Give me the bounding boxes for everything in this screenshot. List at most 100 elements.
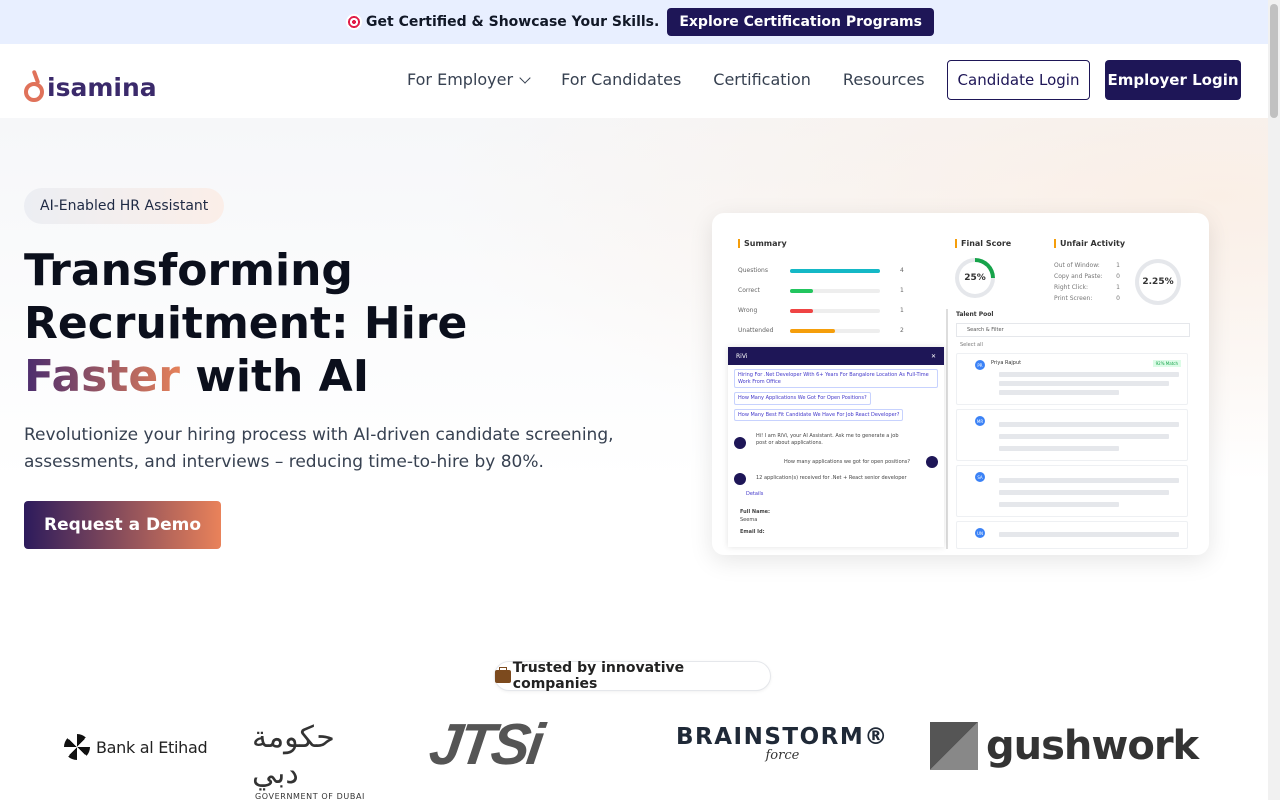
summary-row-value: 4	[900, 267, 904, 274]
chat-suggestion[interactable]: How Many Best Fit Candidate We Have For …	[734, 408, 904, 421]
hero-title-part2: with AI	[179, 351, 370, 402]
unfair-row-value: 1	[1116, 262, 1120, 269]
unfair-row: Print Screen: 0	[1054, 295, 1120, 302]
summary-row-label: Wrong	[738, 307, 758, 314]
brainstorm-sub-text: force	[765, 748, 800, 763]
email-label: Email Id:	[740, 529, 765, 535]
nav-for-employer[interactable]: For Employer	[407, 70, 531, 89]
jtsi-logo: JTSi	[425, 712, 546, 777]
match-badge: 92% Match	[1152, 360, 1181, 367]
talent-item[interactable]: PR Priya Rajput 92% Match	[956, 353, 1188, 405]
chat-bot-message: Hi! I am RiVi, your AI Assistant. Ask me…	[756, 433, 899, 446]
unfair-score-value: 2.25%	[1142, 277, 1174, 287]
summary-row: Unattended 2	[738, 327, 904, 334]
unfair-row: Copy and Paste: 0	[1054, 273, 1120, 280]
client-logos: Bank al Etihad حكومة دبي GOVERNMENT OF D…	[0, 710, 1280, 800]
gushwork-logo: gushwork	[930, 722, 1199, 770]
summary-row: Wrong 1	[738, 307, 904, 314]
chat-reply: 12 application(s) received for .Net + Re…	[756, 475, 907, 481]
avatar: MR	[975, 416, 985, 426]
scrollbar-thumb[interactable]	[1270, 4, 1278, 118]
chevron-down-icon	[519, 71, 531, 84]
summary-row: Correct 1	[738, 287, 904, 294]
trusted-by-label: Trusted by innovative companies	[512, 660, 685, 692]
final-score-value: 25%	[964, 273, 986, 283]
chat-title: RiVi	[736, 352, 748, 360]
brainstorm-force-logo: BRAINSTORM® force	[676, 724, 889, 763]
summary-bar	[790, 268, 880, 273]
nav-certification[interactable]: Certification	[713, 70, 811, 89]
final-score-title: Final Score	[955, 239, 1011, 248]
summary-row-value: 2	[900, 327, 904, 334]
talent-item[interactable]: SA	[956, 465, 1188, 517]
scrollbar[interactable]	[1268, 0, 1280, 800]
avatar: UN	[975, 528, 985, 538]
talent-item[interactable]: MR	[956, 409, 1188, 461]
logo-text: isamina	[47, 73, 157, 102]
talent-name: Priya Rajput	[991, 360, 1022, 366]
logo-mark	[24, 69, 46, 102]
bank-al-etihad-mark	[64, 734, 90, 760]
brainstorm-text: BRAINSTORM®	[676, 724, 889, 750]
summary-title: Summary	[738, 239, 787, 248]
unfair-row: Out of Window: 1	[1054, 262, 1120, 269]
unfair-row-label: Right Click:	[1054, 284, 1089, 291]
full-name-value: Seema	[740, 517, 758, 523]
chat-user-message: How many applications we got for open po…	[784, 459, 911, 465]
hero-title-highlight: Faster	[24, 351, 180, 402]
explore-certification-button[interactable]: Explore Certification Programs	[667, 8, 934, 36]
briefcase-icon	[495, 666, 511, 683]
nav-links: For Employer For Candidates Certificatio…	[407, 70, 925, 89]
unfair-row-value: 0	[1116, 295, 1120, 302]
dubai-english-text: GOVERNMENT OF DUBAI	[255, 792, 365, 800]
summary-row-label: Correct	[738, 287, 760, 294]
target-icon	[346, 14, 363, 30]
chat-close-icon[interactable]: ✕	[931, 353, 936, 360]
summary-row: Questions 4	[738, 267, 904, 274]
hero-title: Transforming Recruitment: Hire Faster wi…	[24, 244, 624, 403]
unfair-row-label: Out of Window:	[1054, 262, 1100, 269]
talent-search-input[interactable]: Search & Filter	[956, 323, 1190, 337]
request-demo-button[interactable]: Request a Demo	[24, 501, 221, 549]
summary-row-value: 1	[900, 307, 904, 314]
avatar: SA	[975, 472, 985, 482]
dashboard-preview: Summary Questions 4 Correct 1 Wrong 1 Unattend…	[712, 213, 1209, 555]
unfair-row-value: 1	[1116, 284, 1120, 291]
bank-al-etihad-text: Bank al Etihad	[96, 737, 208, 757]
summary-bar	[790, 308, 880, 313]
candidate-login-button[interactable]: Candidate Login	[947, 60, 1090, 100]
rivi-chat-panel: RiVi ✕ Hiring For .Net Developer With 6+…	[728, 347, 944, 547]
chat-details-link[interactable]: Details	[746, 491, 763, 498]
chat-suggestion[interactable]: How Many Applications We Got For Open Po…	[734, 392, 871, 405]
bank-al-etihad-logo: Bank al Etihad	[64, 734, 208, 760]
unfair-activity-title: Unfair Activity	[1054, 239, 1125, 248]
unfair-row-label: Copy and Paste:	[1054, 273, 1103, 280]
announcement-text: Get Certified & Showcase Your Skills.	[366, 14, 660, 30]
unfair-row-label: Print Screen:	[1054, 295, 1093, 302]
final-score-ring: 25%	[955, 258, 995, 298]
trusted-by-badge: Trusted by innovative companies	[494, 660, 771, 692]
unfair-score-ring: 2.25%	[1135, 259, 1181, 305]
summary-bar	[790, 328, 880, 333]
nav-for-employer-label: For Employer	[407, 70, 514, 89]
gushwork-mark	[930, 722, 978, 770]
user-avatar	[926, 456, 938, 468]
navbar: isamina For Employer For Candidates Cert…	[0, 44, 1280, 118]
employer-login-button[interactable]: Employer Login	[1105, 60, 1241, 100]
summary-row-label: Unattended	[738, 327, 774, 334]
talent-item[interactable]: UN	[956, 521, 1188, 549]
nav-for-candidates[interactable]: For Candidates	[561, 70, 681, 89]
hero-badge: AI-Enabled HR Assistant	[24, 188, 225, 224]
nav-resources[interactable]: Resources	[843, 70, 925, 89]
bot-avatar	[734, 437, 746, 449]
announcement-text-wrap: Get Certified & Showcase Your Skills.	[346, 14, 659, 30]
avatar: PR	[975, 360, 985, 370]
summary-bar	[790, 288, 880, 293]
summary-row-value: 1	[900, 287, 904, 294]
full-name-label: Full Name:	[740, 509, 771, 515]
logo[interactable]: isamina	[24, 62, 157, 102]
talent-select-all[interactable]: Select all	[960, 342, 983, 348]
chat-suggestion[interactable]: Hiring For .Net Developer With 6+ Years …	[734, 369, 938, 388]
government-of-dubai-logo: حكومة دبي GOVERNMENT OF DUBAI	[252, 720, 368, 800]
chat-header: RiVi ✕	[728, 347, 944, 365]
